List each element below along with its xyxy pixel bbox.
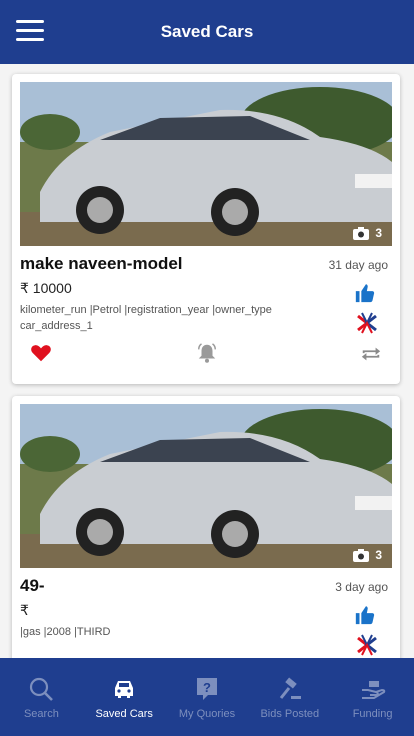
car-specs: |gas |2008 |THIRD bbox=[20, 624, 320, 640]
camera-icon bbox=[353, 548, 370, 562]
thumbs-up-icon[interactable] bbox=[354, 604, 376, 626]
tab-bids-posted[interactable]: Bids Posted bbox=[248, 658, 331, 736]
car-card[interactable]: 3 make naveen-model 31 day ago ₹ 10000 k… bbox=[12, 74, 400, 384]
car-name: 49- bbox=[20, 576, 45, 595]
car-name: make naveen-model bbox=[20, 254, 183, 273]
tab-funding[interactable]: Funding bbox=[331, 658, 414, 736]
tab-label: My Quories bbox=[178, 708, 236, 720]
specs-line-1: |gas |2008 |THIRD bbox=[20, 626, 111, 638]
thumbs-up-icon[interactable] bbox=[354, 282, 376, 304]
photo-count: 3 bbox=[375, 226, 382, 240]
heart-icon[interactable] bbox=[30, 342, 52, 364]
specs-line-2: car_address_1 bbox=[20, 320, 93, 332]
car-price: ₹ bbox=[20, 602, 29, 618]
tab-label: Search bbox=[23, 708, 59, 720]
car-photo[interactable]: 3 bbox=[20, 82, 392, 246]
tab-label: Funding bbox=[352, 708, 393, 720]
specs-line-1: kilometer_run |Petrol |registration_year… bbox=[20, 304, 272, 316]
car-specs: kilometer_run |Petrol |registration_year… bbox=[20, 302, 320, 334]
card-actions bbox=[20, 342, 392, 368]
photo-count-badge: 3 bbox=[353, 548, 382, 562]
search-icon bbox=[30, 677, 54, 701]
posted-ago: 3 day ago bbox=[335, 580, 388, 594]
exchange-icon[interactable] bbox=[354, 632, 380, 658]
app-screen: Saved Cars 3 make naveen-model 31 day ag… bbox=[0, 0, 414, 736]
svg-text:?: ? bbox=[203, 680, 211, 695]
exchange-icon[interactable] bbox=[354, 310, 380, 336]
tab-my-queries[interactable]: ? My Quories bbox=[166, 658, 249, 736]
camera-icon bbox=[353, 226, 370, 240]
posted-ago: 31 day ago bbox=[328, 258, 388, 272]
tab-saved-cars[interactable]: Saved Cars bbox=[83, 658, 166, 736]
gavel-icon bbox=[279, 677, 301, 699]
funding-hand-icon bbox=[361, 681, 385, 699]
bell-icon[interactable] bbox=[196, 342, 218, 364]
question-icon: ? bbox=[196, 678, 217, 700]
bottom-tab-bar: Search Saved Cars ? My Quories Bids Post… bbox=[0, 658, 414, 736]
page-title: Saved Cars bbox=[160, 22, 254, 41]
app-header: Saved Cars bbox=[0, 0, 414, 64]
car-icon bbox=[115, 681, 134, 698]
photo-count-badge: 3 bbox=[353, 226, 382, 240]
tab-search[interactable]: Search bbox=[0, 658, 83, 736]
car-price: ₹ 10000 bbox=[20, 280, 72, 296]
photo-count: 3 bbox=[375, 548, 382, 562]
tab-label: Saved Cars bbox=[95, 708, 153, 720]
saved-cars-list[interactable]: 3 make naveen-model 31 day ago ₹ 10000 k… bbox=[0, 64, 414, 658]
tab-label: Bids Posted bbox=[260, 708, 320, 720]
car-card[interactable]: 3 49- 3 day ago ₹ |gas |2008 |THIRD bbox=[12, 396, 400, 658]
car-photo[interactable]: 3 bbox=[20, 404, 392, 568]
repost-icon[interactable] bbox=[360, 344, 382, 364]
